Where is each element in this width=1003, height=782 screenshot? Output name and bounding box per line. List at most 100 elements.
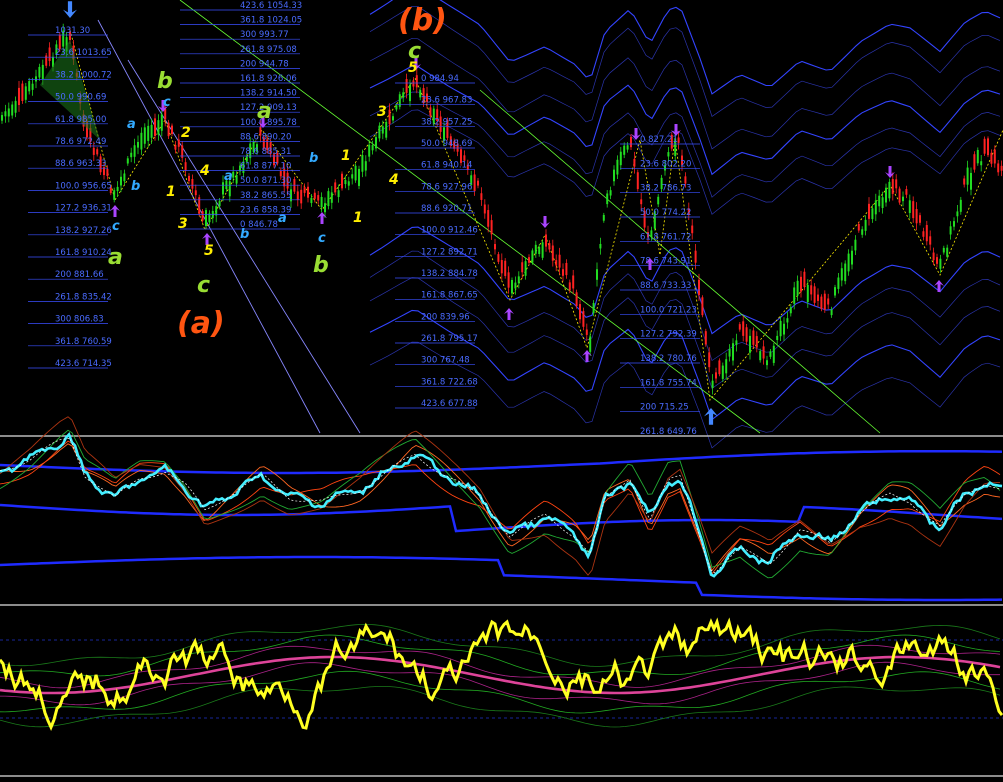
- candle-body: [375, 137, 377, 149]
- candle-body: [429, 107, 432, 116]
- candle-body: [1000, 165, 1003, 171]
- candle-body: [351, 174, 354, 179]
- fib-level-label: 38.2 957.25: [421, 117, 472, 127]
- fib-level-label: 138.2 914.50: [240, 89, 297, 99]
- candle-body: [789, 307, 792, 314]
- candle-body: [483, 204, 486, 214]
- candle-body: [772, 345, 775, 363]
- candle-body: [31, 83, 34, 90]
- chart-window[interactable]: 1031.30 23.6 1013.65 38.2 1000.72 50.0 990.…: [0, 0, 1003, 782]
- candle-body: [738, 324, 741, 330]
- candle-body: [330, 192, 333, 203]
- fib-level-label: 138.2 884.78: [421, 269, 478, 279]
- candle-body: [701, 297, 704, 316]
- candle-body: [35, 76, 37, 82]
- wave-label-small-c: c: [318, 231, 326, 246]
- fib-level-label: 423.6 677.88: [421, 399, 478, 409]
- fib-level-label: 138.2 780.76: [640, 354, 697, 364]
- candle-body: [392, 116, 394, 121]
- main-oscillator-line: [0, 431, 1003, 578]
- wave-label-3: 3: [377, 104, 387, 120]
- candle-body: [959, 199, 962, 212]
- candle-body: [500, 260, 503, 274]
- candle-body: [126, 158, 129, 164]
- candle-body: [143, 127, 146, 144]
- candle-body: [939, 258, 942, 269]
- candle-body: [755, 336, 758, 348]
- fib-level-label: 78.6 885.31: [240, 147, 291, 157]
- candle-body: [347, 181, 350, 186]
- candle-body: [766, 360, 768, 366]
- candle-body: [585, 329, 588, 335]
- price-panel[interactable]: 1031.30 23.6 1013.65 38.2 1000.72 50.0 990.…: [0, 0, 1003, 449]
- candle-body: [58, 34, 61, 50]
- candle-body: [796, 280, 799, 296]
- candle-body: [704, 331, 707, 345]
- candle-body: [116, 186, 119, 192]
- candle-body: [177, 139, 180, 147]
- candle-body: [715, 372, 717, 379]
- candle-body: [388, 109, 391, 125]
- candle-body: [123, 173, 126, 182]
- candle-body: [800, 276, 802, 292]
- fib-level-label: 361.8 1024.05: [240, 16, 302, 26]
- wave-label-5: 5: [204, 243, 214, 259]
- candle-body: [18, 87, 20, 106]
- candle-body: [919, 215, 921, 223]
- candle-body: [616, 159, 619, 175]
- candle-body: [572, 275, 575, 289]
- candle-body: [174, 144, 177, 150]
- indicator-panel-2[interactable]: [0, 617, 1003, 731]
- signal-line: [0, 437, 1001, 574]
- candle-body: [551, 245, 554, 261]
- candle-body: [541, 242, 544, 258]
- fib-level-label: 127.2 936.31: [55, 204, 112, 214]
- wave-label-5: 5: [408, 60, 418, 76]
- fib-level-label: 61.8 761.72: [640, 232, 691, 242]
- candle-body: [371, 145, 374, 151]
- candle-body: [38, 66, 41, 78]
- candle-body: [861, 229, 864, 235]
- fib-level-label: 23.6 802.20: [640, 159, 691, 169]
- candle-body: [313, 192, 316, 199]
- candle-body: [725, 359, 728, 374]
- candle-body: [524, 261, 527, 276]
- candle-body: [966, 167, 969, 185]
- wave-label-b: b: [157, 69, 173, 94]
- candle-body: [949, 226, 952, 235]
- candle-body: [147, 125, 150, 141]
- candle-body: [320, 196, 323, 208]
- candle-body: [878, 195, 881, 207]
- candle-body: [657, 196, 660, 205]
- fib-level-label: 161.8 755.74: [640, 378, 697, 388]
- fib-level-label: 38.2 865.55: [240, 191, 291, 201]
- wave-label-small-b: b: [309, 151, 318, 166]
- candle-body: [997, 163, 1000, 173]
- fib-level-label: 88.6 920.71: [421, 204, 472, 214]
- candle-body: [558, 254, 561, 268]
- candle-body: [633, 158, 636, 167]
- candle-body: [568, 282, 571, 291]
- candle-body: [545, 234, 547, 247]
- candle-body: [327, 191, 330, 207]
- candle-body: [296, 191, 299, 200]
- fib-level-label: 1031.30: [55, 26, 90, 36]
- candle-body: [619, 151, 622, 166]
- candle-body: [538, 246, 541, 255]
- candle-body: [28, 81, 31, 92]
- candle-body: [137, 141, 139, 148]
- fib-level-label: 127.2 792.39: [640, 330, 697, 340]
- indicator-panel-1[interactable]: [0, 416, 1003, 602]
- candle-body: [840, 268, 843, 281]
- candle-body: [218, 201, 221, 207]
- candle-body: [813, 286, 816, 303]
- fib-level-label: 38.2 1000.72: [55, 70, 112, 80]
- candle-body: [167, 122, 170, 137]
- candle-body: [337, 190, 340, 198]
- wave-label-1: 1: [341, 148, 351, 164]
- fib-level-label: 261.8 835.42: [55, 292, 112, 302]
- candle-body: [303, 187, 306, 193]
- wave-label-4: 4: [199, 163, 210, 179]
- wave-label-a-big: (a): [177, 306, 225, 341]
- candle-body: [473, 174, 476, 192]
